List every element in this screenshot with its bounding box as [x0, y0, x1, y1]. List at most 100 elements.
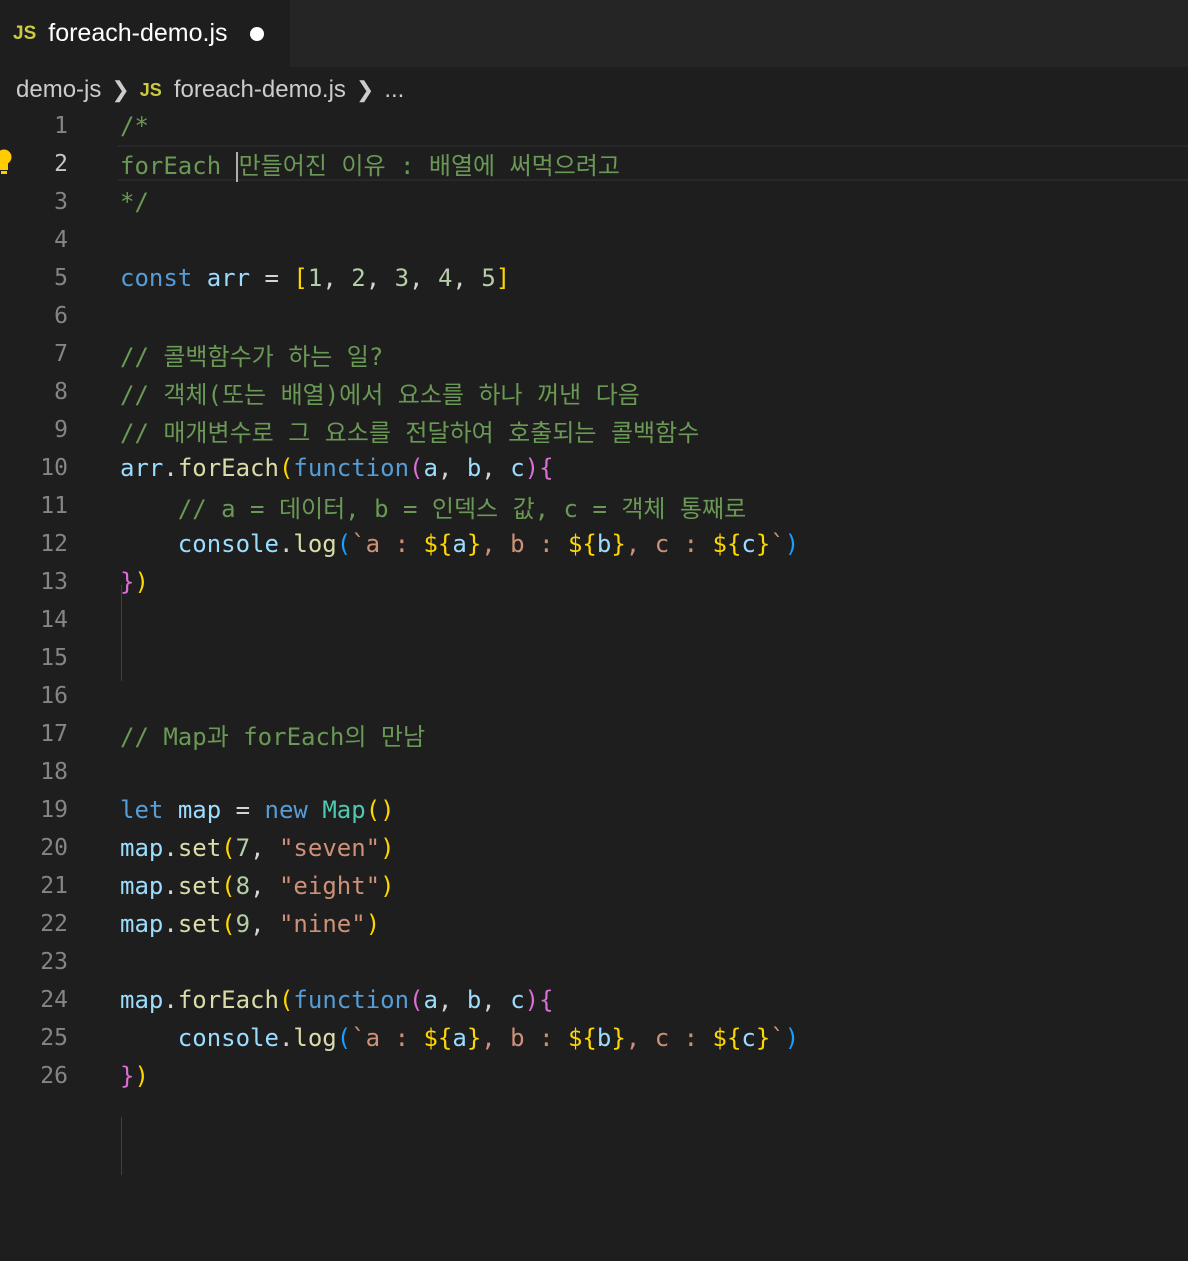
code-line[interactable]: 3 */	[0, 183, 1188, 221]
code-line[interactable]: 15	[0, 639, 1188, 677]
code-line[interactable]: 24 map.forEach(function(a, b, c){	[0, 981, 1188, 1019]
code-text: let map = new Map()	[120, 796, 395, 824]
code-token: , b :	[481, 1024, 568, 1052]
code-token: )	[524, 454, 540, 482]
code-token: {	[539, 986, 554, 1014]
code-token: a	[452, 530, 467, 558]
code-token: {	[539, 454, 554, 482]
line-number: 6	[54, 303, 68, 329]
code-editor[interactable]: 1/* 2 forEach 만들어진 이유 : 배열에 써먹으려고 3 */4 5 cons…	[0, 112, 1188, 1261]
code-line[interactable]: 26})	[0, 1057, 1188, 1095]
code-token: "nine"	[278, 910, 366, 938]
code-line[interactable]: 22 map.set(9, "nine")	[0, 905, 1188, 943]
breadcrumb-file[interactable]: foreach-demo.js	[174, 76, 346, 104]
code-token: .	[163, 454, 178, 482]
code-token: ,	[481, 986, 511, 1014]
code-line[interactable]: 7 // 콜백함수가 하는 일?	[0, 335, 1188, 373]
code-token: 4	[437, 264, 453, 292]
code-text: // Map과 forEach의 만남	[120, 717, 425, 752]
code-token: 3	[394, 264, 410, 292]
lightbulb-icon[interactable]	[0, 148, 14, 176]
code-token: b	[596, 1024, 612, 1052]
code-text: // 매개변수로 그 요소를 전달하여 호출되는 콜백함수	[120, 413, 699, 448]
code-line[interactable]: 8 // 객체(또는 배열)에서 요소를 하나 꺼낸 다음	[0, 373, 1188, 411]
code-line[interactable]: 10 arr.forEach(function(a, b, c){	[0, 449, 1188, 487]
code-token: console	[177, 530, 279, 558]
code-token: , c :	[625, 1024, 713, 1052]
line-number: 4	[54, 227, 68, 253]
code-text: map.set(9, "nine")	[120, 910, 380, 938]
code-token: , c :	[625, 530, 713, 558]
code-token: function	[293, 454, 410, 482]
code-token: ${	[423, 1024, 453, 1052]
code-token: b	[466, 986, 482, 1014]
code-line[interactable]: 12 console.log(`a : ${a}, b : ${b}, c : …	[0, 525, 1188, 563]
code-token: ,	[437, 986, 467, 1014]
line-number: 15	[40, 645, 68, 671]
code-token: forEach	[177, 454, 279, 482]
code-line[interactable]: 6	[0, 297, 1188, 335]
line-number: 11	[40, 493, 68, 519]
code-token: .	[278, 1024, 294, 1052]
code-line[interactable]: 19 let map = new Map()	[0, 791, 1188, 829]
text-cursor	[235, 152, 238, 182]
unsaved-dot-icon[interactable]	[249, 26, 264, 41]
code-token: // 매개변수로 그 요소를 전달하여 호출되는 콜백함수	[120, 418, 700, 447]
code-line[interactable]: 23	[0, 943, 1188, 981]
code-line[interactable]: 21 map.set(8, "eight")	[0, 867, 1188, 905]
code-token: map	[120, 986, 164, 1014]
code-text: /*	[120, 112, 149, 140]
code-line[interactable]: 2 forEach 만들어진 이유 : 배열에 써먹으려고	[0, 145, 1188, 183]
code-token: (	[336, 1024, 352, 1052]
code-token: "eight"	[278, 872, 381, 900]
code-token: forEach	[177, 986, 279, 1014]
code-text: // 객체(또는 배열)에서 요소를 하나 꺼낸 다음	[120, 375, 640, 410]
code-token: c	[741, 530, 756, 558]
code-token: ${	[567, 530, 597, 558]
line-number: 25	[40, 1025, 68, 1051]
code-text: })	[120, 568, 149, 596]
code-token: ${	[567, 1024, 597, 1052]
code-line[interactable]: 5 const arr = [1, 2, 3, 4, 5]	[0, 259, 1188, 297]
code-token: )	[380, 872, 395, 900]
code-token: ,	[250, 872, 279, 900]
code-token: Map	[322, 796, 366, 824]
code-token: 7	[235, 834, 251, 862]
code-token: (	[409, 454, 424, 482]
line-number: 9	[54, 417, 68, 443]
code-token: `a :	[351, 1024, 424, 1052]
code-token: const	[120, 264, 193, 292]
code-token: `	[770, 1024, 785, 1052]
code-text: */	[120, 188, 149, 216]
code-line[interactable]: 11 // a = 데이터, b = 인덱스 값, c = 객체 통째로	[0, 487, 1188, 525]
code-line[interactable]: 1 /*	[0, 107, 1188, 145]
code-line[interactable]: 13})	[0, 563, 1188, 601]
breadcrumb-folder[interactable]: demo-js	[16, 76, 101, 104]
code-token: ,	[481, 454, 511, 482]
code-line[interactable]: 17 // Map과 forEach의 만남	[0, 715, 1188, 753]
code-text: arr.forEach(function(a, b, c){	[120, 454, 554, 482]
code-line[interactable]: 4	[0, 221, 1188, 259]
tab-foreach-demo[interactable]: JS foreach-demo.js	[0, 0, 290, 67]
code-line[interactable]: 16	[0, 677, 1188, 715]
code-line[interactable]: 14	[0, 601, 1188, 639]
code-line[interactable]: 20 map.set(7, "seven")	[0, 829, 1188, 867]
code-token: =	[221, 796, 265, 824]
code-line[interactable]: 9 // 매개변수로 그 요소를 전달하여 호출되는 콜백함수	[0, 411, 1188, 449]
line-number: 7	[54, 341, 68, 367]
code-token: arr	[120, 454, 164, 482]
line-number: 17	[40, 721, 68, 747]
code-line[interactable]: 18	[0, 753, 1188, 791]
code-token: )	[380, 834, 395, 862]
code-token: log	[293, 1024, 337, 1052]
line-number: 19	[40, 797, 68, 823]
code-token: forEach	[120, 152, 236, 180]
breadcrumb-symbols[interactable]: ...	[384, 76, 404, 104]
code-token: .	[163, 910, 178, 938]
code-line[interactable]: 25 console.log(`a : ${a}, b : ${b}, c : …	[0, 1019, 1188, 1057]
code-token: ,	[322, 264, 352, 292]
